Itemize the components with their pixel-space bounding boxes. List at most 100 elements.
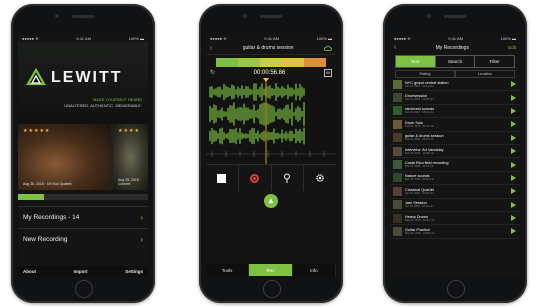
play-icon[interactable] <box>511 107 516 114</box>
settings-button[interactable] <box>304 165 336 191</box>
featured-photo-quartet[interactable]: ★★★★★ Aug 25, 2015 · Oh Kuo Quartet <box>18 124 111 190</box>
tab-tools[interactable]: Tools <box>206 264 250 276</box>
phone-recorder-screen: ●●●●● ≋ 9:41 AM 100% ▬ ‹ guitar & drums … <box>199 4 343 303</box>
recording-text: Interview: Art Vandelay Feb 19, 2015 · 14… <box>405 148 511 155</box>
loop-icon[interactable]: ↻ <box>210 69 215 76</box>
import-link[interactable]: Import <box>74 269 88 274</box>
rating-stars: ★★★★ <box>118 128 140 134</box>
recording-text: Jam Session Apr 15, 2015 · 18:12 min <box>405 201 511 208</box>
level-meter-segment <box>216 58 238 67</box>
tab-rec[interactable]: Rec <box>249 264 293 276</box>
my-recordings-button[interactable]: My Recordings - 14 › <box>18 206 148 228</box>
storage-progress-fill <box>18 194 44 200</box>
recording-row[interactable]: Drumsession Jan 14, 2015 · 12:05 min <box>390 91 520 105</box>
recording-row[interactable]: Nature sounds Mar 18, 2015 · 09:05 min <box>390 172 520 186</box>
recording-text: Drumsession Jan 14, 2015 · 12:05 min <box>405 94 511 101</box>
phone-speaker <box>260 15 282 18</box>
segment-filter[interactable]: Filter <box>475 56 514 67</box>
recorder-screen: ●●●●● ≋ 9:41 AM 100% ▬ ‹ guitar & drums … <box>206 34 336 276</box>
recording-thumbnail <box>393 119 402 129</box>
recording-meta: Jan 20, 2015 · 08:22 min <box>405 111 434 115</box>
stop-icon <box>217 173 227 183</box>
record-icon <box>250 173 260 183</box>
recording-meta: May 09, 2015 · 07:58 min <box>405 231 435 235</box>
brand-tagline: MAKE YOURSELF HEARD <box>92 97 142 102</box>
featured-photo-concert[interactable]: ★★★★ Aug 25, 2015 · Concert <box>113 124 148 190</box>
sort-location[interactable]: Location <box>455 70 515 78</box>
back-icon[interactable]: ‹ <box>394 44 396 51</box>
recording-row[interactable]: Heavy Drums May 01, 2015 · 04:33 min <box>390 212 520 226</box>
gear-icon <box>316 174 324 182</box>
segment-search[interactable]: Search <box>436 56 476 67</box>
play-icon[interactable] <box>511 94 516 101</box>
play-icon[interactable] <box>511 148 516 155</box>
recording-row[interactable]: Drum Solo Feb 02, 2015 · 02:10 min <box>390 118 520 132</box>
recording-row[interactable]: Guitar Practice May 09, 2015 · 07:58 min <box>390 225 520 239</box>
about-link[interactable]: About <box>23 269 36 274</box>
recording-text: NYC grand central station Jan 12, 2015 · … <box>405 81 511 88</box>
home-footer: About Import Settings <box>18 266 148 276</box>
brand-header: LEWITT MAKE YOURSELF HEARD UNALTERED. AU… <box>18 42 148 124</box>
brand-subtagline: UNALTERED. AUTHENTIC. MEMORABLE. <box>64 103 142 108</box>
phone-recordings-screen: ●●●●● ≋ 9:41 AM 100% ▬ ‹ My Recordings E… <box>383 4 527 303</box>
play-icon[interactable] <box>511 201 516 208</box>
stop-button[interactable] <box>206 165 239 191</box>
session-title: guitar & drums session <box>242 45 294 51</box>
recording-meta: Feb 19, 2015 · 14:30 min <box>405 151 434 155</box>
recording-row[interactable]: Interview: Art Vandelay Feb 19, 2015 · 14… <box>390 145 520 159</box>
play-icon[interactable] <box>511 215 516 222</box>
level-meter-segment <box>304 58 326 67</box>
phone-home-screen: ●●●●● ≋ 9:41 AM 100% ▬ LEWITT MAKE YOURS… <box>11 4 155 303</box>
home-button[interactable] <box>447 280 465 298</box>
waveform-timeline[interactable] <box>206 78 336 164</box>
play-icon[interactable] <box>511 121 516 128</box>
back-icon[interactable]: ‹ <box>210 45 212 52</box>
recording-text: Nature sounds Mar 18, 2015 · 09:05 min <box>405 174 511 181</box>
tab-info[interactable]: Info <box>293 264 336 276</box>
recording-meta: Feb 02, 2015 · 02:10 min <box>405 124 434 128</box>
recording-row[interactable]: Jam Session Apr 15, 2015 · 18:12 min <box>390 199 520 212</box>
segment-sort[interactable]: Sort <box>396 56 436 67</box>
marker-button[interactable] <box>272 165 305 191</box>
play-icon[interactable] <box>511 134 516 141</box>
sort-rating[interactable]: Rating <box>395 70 455 78</box>
recording-row[interactable]: Costa Rica field recording Mar 03, 2015 ·… <box>390 158 520 172</box>
home-button[interactable] <box>75 280 93 298</box>
recording-text: rainforest sounds Jan 20, 2015 · 08:22 mi… <box>405 107 511 114</box>
recording-row[interactable]: NYC grand central station Jan 12, 2015 · … <box>390 78 520 92</box>
phone-camera <box>243 14 247 18</box>
recording-text: Classical Quartet Apr 02, 2015 · 31:40 mi… <box>405 188 511 195</box>
recording-thumbnail <box>393 93 402 103</box>
upload-button[interactable]: ▲ <box>264 194 278 208</box>
upload-cloud-icon[interactable] <box>323 44 332 52</box>
recording-text: Drum Solo Feb 02, 2015 · 02:10 min <box>405 121 511 128</box>
recording-date: Aug 25, 2015 · Concert <box>118 178 141 186</box>
recording-thumbnail <box>393 160 402 170</box>
play-icon[interactable] <box>511 81 516 88</box>
recording-meta: Mar 18, 2015 · 09:05 min <box>405 178 434 182</box>
featured-recordings: ★★★★★ Aug 25, 2015 · Oh Kuo Quartet ★★★★… <box>18 124 148 190</box>
segment-control: Sort Search Filter <box>395 55 515 68</box>
upload-area: ▲ <box>206 191 336 208</box>
play-icon[interactable] <box>511 188 516 195</box>
status-bar: ●●●●● ≋ 9:41 AM 100% ▬ <box>18 34 148 42</box>
play-icon[interactable] <box>511 161 516 168</box>
status-bar: ●●●●● ≋ 9:41 AM 100% ▬ <box>206 34 336 42</box>
recordings-list: NYC grand central station Jan 12, 2015 · … <box>390 78 520 276</box>
recording-row[interactable]: Classical Quartet Apr 02, 2015 · 31:40 mi… <box>390 185 520 199</box>
phone-speaker <box>444 15 466 18</box>
settings-link[interactable]: Settings <box>125 269 143 274</box>
playhead-marker[interactable] <box>263 78 269 82</box>
play-icon[interactable] <box>511 228 516 235</box>
recording-row[interactable]: rainforest sounds Jan 20, 2015 · 08:22 mi… <box>390 105 520 119</box>
play-icon[interactable] <box>511 174 516 181</box>
track-mode-icon[interactable]: M <box>323 68 332 77</box>
home-button[interactable] <box>263 280 281 298</box>
recordings-navbar: ‹ My Recordings Edit <box>390 42 520 53</box>
phone-camera <box>427 14 431 18</box>
new-recording-button[interactable]: New Recording › <box>18 228 148 250</box>
transport-controls <box>206 164 336 191</box>
edit-button[interactable]: Edit <box>508 45 516 50</box>
record-button[interactable] <box>239 165 272 191</box>
recording-row[interactable]: guitar & drums session Feb 11, 2015 · 05:… <box>390 132 520 145</box>
